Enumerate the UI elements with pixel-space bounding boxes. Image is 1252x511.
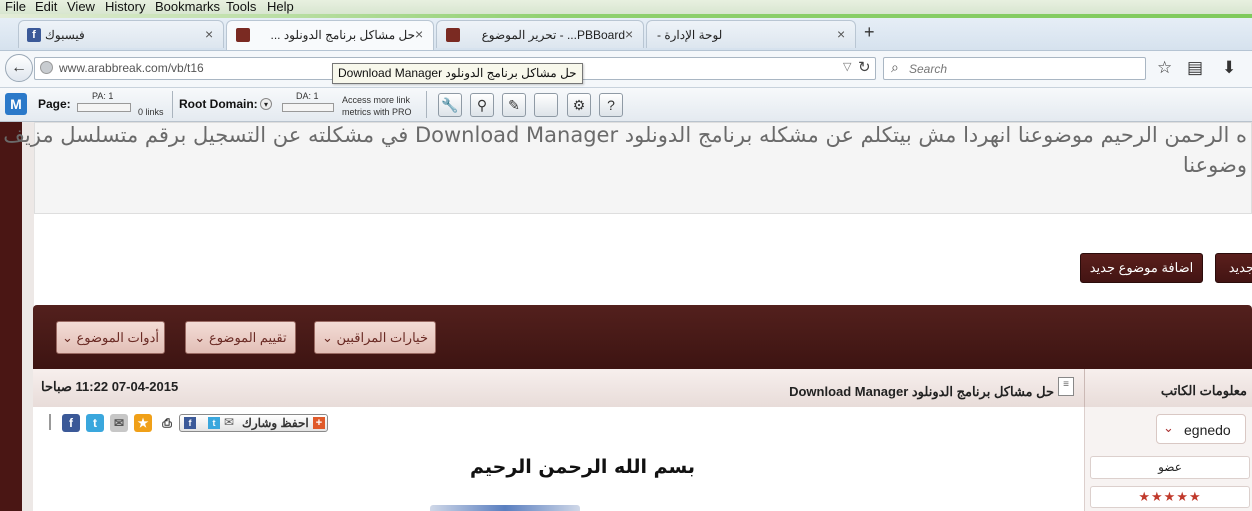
chevron-down-icon: ⌄ <box>194 330 206 345</box>
globe-icon <box>40 61 53 74</box>
chevron-down-icon: ⌄ <box>62 330 73 345</box>
share-widget[interactable]: f t ✉ احفظ وشارك + <box>179 414 328 432</box>
facebook-icon: f <box>184 417 196 429</box>
rate-topic-dropdown[interactable]: تقييم الموضوع ⌄ <box>185 321 296 354</box>
document-icon: ≡ <box>1058 377 1074 396</box>
post-header: 07-04-2015 11:22 صباحا حل مشاكل برنامج ا… <box>33 369 1084 408</box>
search-input[interactable]: Search <box>909 62 947 76</box>
facebook-icon: f <box>27 28 41 42</box>
tab-bar: f فيسبوك × حل مشاكل برنامج الدونلود ... … <box>0 18 1252 51</box>
moz-logo-icon[interactable]: M <box>5 93 27 115</box>
back-button[interactable]: ← <box>5 54 33 82</box>
page-label: Page: <box>38 97 71 111</box>
twitter-share-icon[interactable]: t <box>86 414 104 432</box>
url-dropdown-icon[interactable]: ▽ <box>843 60 851 73</box>
bookmark-star-icon[interactable]: ☆ <box>1157 58 1172 78</box>
rate-topic-label: تقييم الموضوع <box>208 330 287 345</box>
tab-edit-topic[interactable]: PBBoard... - تحرير الموضوع × <box>436 20 644 48</box>
author-stars: ★★★★★ <box>1090 486 1250 508</box>
mail-icon: ✉ <box>224 415 235 429</box>
access-more-line1[interactable]: Access more link <box>342 95 410 105</box>
chevron-down-icon: ⌄ <box>1163 420 1174 435</box>
favorite-star-icon[interactable]: ★ <box>134 414 152 432</box>
download-icon[interactable]: ⬇ <box>1222 58 1236 78</box>
pencil-icon[interactable]: ✎ <box>502 93 526 117</box>
topic-intro-box: ه الرحمن الرحيم موضوعنا انهردا مش بيتكلم… <box>3 122 1252 214</box>
share-label: احفظ وشارك <box>242 416 309 430</box>
post-date: 07-04-2015 11:22 صباحا <box>41 379 179 394</box>
tab-title: PBBoard... - تحرير الموضوع <box>481 28 625 42</box>
menu-help[interactable]: Help <box>267 0 294 14</box>
close-icon[interactable]: × <box>205 26 213 42</box>
author-username: egnedo <box>1184 422 1231 438</box>
reload-icon[interactable]: ↻ <box>858 58 871 76</box>
tab-title: لوحة الإدارة - <box>657 28 723 42</box>
help-icon[interactable]: ? <box>599 93 623 117</box>
intro-line-1: ه الرحمن الرحيم موضوعنا انهردا مش بيتكلم… <box>3 123 1247 147</box>
pa-value: PA: 1 <box>92 91 114 101</box>
menu-bar: File Edit View History Bookmarks Tools H… <box>0 0 1252 14</box>
da-bar <box>282 103 334 112</box>
access-more-line2[interactable]: metrics with PRO <box>342 107 412 117</box>
chevron-down-icon: ⌄ <box>321 330 333 345</box>
tab-title: حل مشاكل برنامج الدونلود ... <box>270 28 415 42</box>
author-info-title: معلومات الكاتب <box>1160 383 1247 398</box>
author-username-button[interactable]: ⌄ egnedo <box>1156 414 1246 444</box>
add-topic-button[interactable]: اضافة موضوع جديد <box>1080 253 1203 283</box>
wrench-icon[interactable]: 🔧 <box>438 93 462 117</box>
new-tab-icon[interactable]: + <box>864 22 875 43</box>
divider <box>172 91 173 118</box>
bismillah-text: بسم الله الرحمن الرحيم <box>470 456 695 478</box>
close-icon[interactable]: × <box>625 26 633 42</box>
post-image-top <box>430 505 580 511</box>
intro-line-2: وضوعنا <box>1182 153 1247 177</box>
tab-facebook[interactable]: f فيسبوك × <box>18 20 224 48</box>
moderator-options-dropdown[interactable]: خيارات المراقبين ⌄ <box>314 321 436 354</box>
menu-file[interactable]: File <box>5 0 26 14</box>
menu-bookmarks[interactable]: Bookmarks <box>155 0 220 14</box>
tab-title: فيسبوك <box>45 28 85 42</box>
mod-options-label: خيارات المراقبين <box>336 330 429 345</box>
author-info-header: معلومات الكاتب <box>1084 369 1252 408</box>
forum-icon <box>446 28 460 42</box>
menu-history[interactable]: History <box>105 0 145 14</box>
plus-icon: + <box>313 417 325 429</box>
magnifier-icon[interactable]: ⚲ <box>470 93 494 117</box>
twitter-icon: t <box>208 417 220 429</box>
root-domain-label: Root Domain: <box>179 97 258 111</box>
close-icon[interactable]: × <box>837 26 845 42</box>
menu-tools[interactable]: Tools <box>226 0 256 14</box>
divider <box>426 91 427 118</box>
tooltip: Download Manager حل مشاكل برنامج الدونلو… <box>332 63 583 84</box>
bookmarks-list-icon[interactable]: ▤ <box>1187 58 1203 78</box>
search-icon: ⌕ <box>891 59 899 75</box>
page-frame-left <box>0 122 22 511</box>
highlight-icon[interactable] <box>534 93 558 117</box>
links-count: 0 links <box>138 107 164 117</box>
print-icon[interactable]: ⎙ <box>158 414 176 432</box>
email-share-icon[interactable]: ✉ <box>110 414 128 432</box>
topic-tools-label: أدوات الموضوع <box>76 330 159 345</box>
url-text[interactable]: www.arabbreak.com/vb/t16 <box>59 61 204 75</box>
post-title[interactable]: حل مشاكل برنامج الدونلود Download Manage… <box>789 384 1054 400</box>
menu-edit[interactable]: Edit <box>35 0 57 14</box>
da-value: DA: 1 <box>296 91 319 101</box>
divider <box>49 414 51 430</box>
tab-download-manager[interactable]: حل مشاكل برنامج الدونلود ... × <box>226 20 434 50</box>
chevron-down-icon[interactable]: ▾ <box>260 98 272 110</box>
forum-icon <box>236 28 250 42</box>
new-reply-button[interactable]: جديد <box>1215 253 1252 283</box>
facebook-share-icon[interactable]: f <box>62 414 80 432</box>
tab-admin-panel[interactable]: لوحة الإدارة - × <box>646 20 856 48</box>
topic-tools-dropdown[interactable]: أدوات الموضوع ⌄ <box>56 321 165 354</box>
menu-view[interactable]: View <box>67 0 95 14</box>
author-rank: عضو <box>1090 456 1250 479</box>
close-icon[interactable]: × <box>415 26 423 42</box>
gear-icon[interactable]: ⚙ <box>567 93 591 117</box>
pa-bar <box>77 103 131 112</box>
